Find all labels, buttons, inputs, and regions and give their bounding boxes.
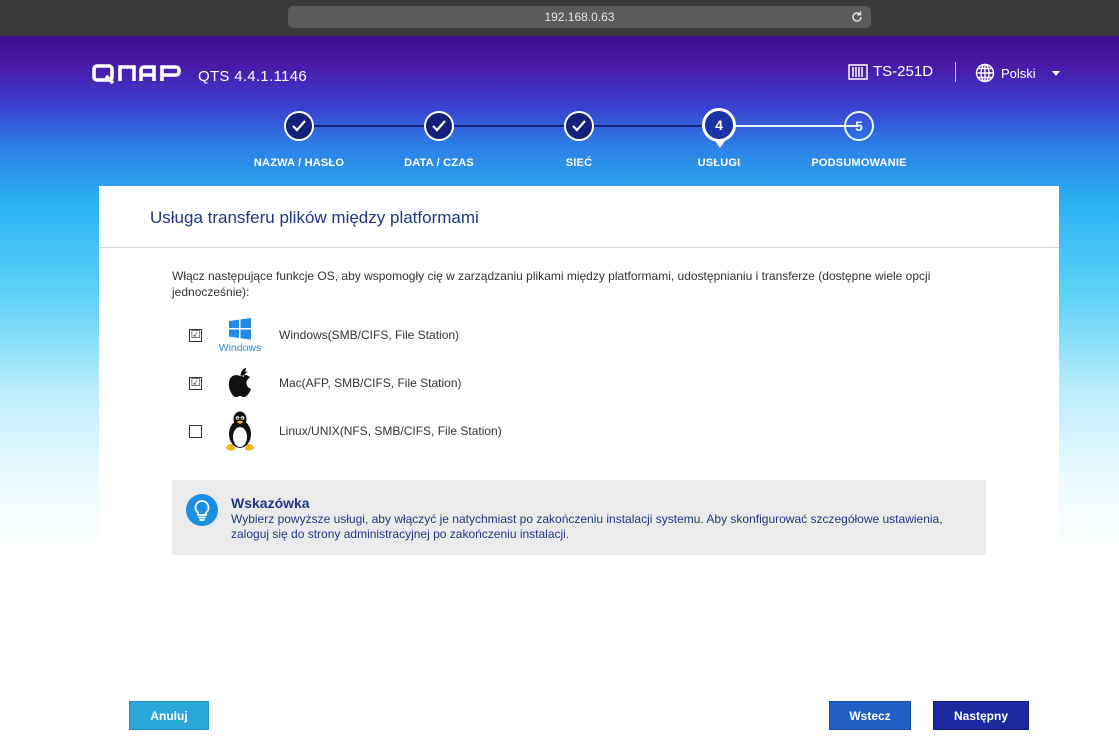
back-button[interactable]: Wstecz: [829, 701, 911, 730]
cancel-button[interactable]: Anuluj: [129, 701, 209, 730]
checkmark-icon: [292, 120, 306, 132]
checkmark-icon: [572, 120, 586, 132]
mac-option-label: Mac(AFP, SMB/CIFS, File Station): [279, 376, 462, 390]
step-2-label: DATA / CZAS: [404, 157, 474, 169]
tip-text: Wybierz powyższe usługi, aby włączyć je …: [231, 512, 943, 541]
linux-penguin-icon: [217, 411, 263, 451]
apple-logo-icon: [217, 363, 263, 403]
firmware-version: QTS 4.4.1.1146: [198, 68, 307, 85]
lightbulb-icon: [186, 494, 218, 526]
wizard-card: Usługa transferu plików między platforma…: [99, 186, 1059, 741]
chevron-down-icon: [1051, 70, 1060, 76]
step-1-label: NAZWA / HASŁO: [253, 157, 345, 169]
mac-checkbox[interactable]: ☑: [189, 376, 202, 390]
linux-option-label: Linux/UNIX(NFS, SMB/CIFS, File Station): [279, 424, 502, 438]
language-selector[interactable]: Polski: [975, 63, 1060, 83]
page-title: Usługa transferu plików między platforma…: [150, 208, 479, 227]
title-divider: [99, 247, 1059, 248]
step-5-label: PODSUMOWANIE: [811, 157, 907, 169]
windows-logo-icon: Windows: [217, 315, 263, 355]
device-model: TS-251D: [848, 63, 933, 80]
tip-panel: Wskazówka Wybierz powyższe usługi, aby w…: [172, 480, 986, 555]
step-4-circle: 4: [702, 108, 736, 142]
step-2-circle: [424, 111, 454, 141]
windows-option-label: Windows(SMB/CIFS, File Station): [279, 328, 460, 342]
nas-device-icon: [848, 63, 868, 80]
windows-checkbox[interactable]: ☑: [189, 328, 202, 342]
address-bar-url: 192.168.0.63: [544, 10, 615, 24]
header-divider: [955, 62, 956, 82]
browser-toolbar: 192.168.0.63: [0, 0, 1119, 36]
option-windows: ☑ Windows Windows(SMB/CIFS, File Station…: [189, 315, 459, 355]
globe-icon: [975, 63, 995, 83]
language-label: Polski: [1001, 65, 1036, 81]
checkmark-icon: [432, 120, 446, 132]
reload-icon[interactable]: [849, 9, 865, 25]
step-3-circle: [564, 111, 594, 141]
stepper-progress-line: [299, 125, 719, 127]
svg-text:Windows: Windows: [219, 342, 262, 353]
address-bar[interactable]: 192.168.0.63: [288, 6, 871, 28]
stepper-remaining-line: [719, 125, 859, 127]
step-3-label: SIEĆ: [565, 157, 593, 169]
next-button[interactable]: Następny: [933, 701, 1029, 730]
option-mac: ☑ Mac(AFP, SMB/CIFS, File Station): [189, 363, 462, 403]
qnap-logo: [92, 64, 181, 84]
device-model-label: TS-251D: [873, 63, 934, 80]
step-5-circle: 5: [844, 111, 874, 141]
option-linux: Linux/UNIX(NFS, SMB/CIFS, File Station): [189, 411, 502, 451]
tip-title: Wskazówka: [231, 495, 310, 511]
intro-text: Włącz następujące funkcje OS, aby wspomo…: [172, 269, 931, 299]
step-1-circle: [284, 111, 314, 141]
step-4-label: USŁUGI: [697, 157, 741, 169]
linux-checkbox[interactable]: [189, 424, 202, 438]
